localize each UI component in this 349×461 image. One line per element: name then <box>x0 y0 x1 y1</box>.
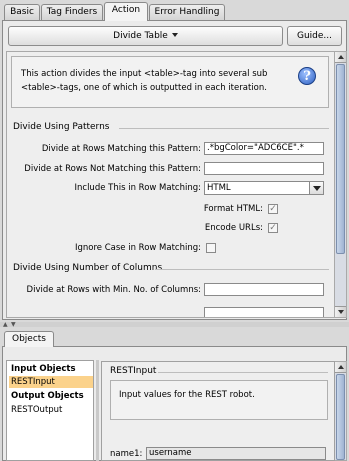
format-html-checkbox[interactable]: ✓ <box>268 204 278 214</box>
scroll-up-arrow[interactable] <box>335 362 346 373</box>
objects-panel: Input Objects RESTInput Output Objects R… <box>2 346 347 461</box>
section-title-columns: Divide Using Number of Columns <box>13 263 163 273</box>
match-pattern-input[interactable]: .*bgColor="ADC6CE".* <box>204 142 324 155</box>
collapse-up-icon[interactable]: ▲ <box>3 322 8 328</box>
action-dropdown-button[interactable]: Divide Table <box>8 26 283 46</box>
object-detail-area[interactable]: RESTInput Input values for the REST robo… <box>101 361 335 461</box>
detail-description: Input values for the REST robot. <box>119 390 255 400</box>
list-item-input-objects: Input Objects <box>11 364 76 374</box>
include-select-value: HTML <box>207 183 231 193</box>
help-icon[interactable]: ? <box>298 67 316 85</box>
detail-title: RESTInput <box>110 366 157 376</box>
ignore-case-label: Ignore Case in Row Matching: <box>74 243 201 253</box>
objects-list[interactable]: Input Objects RESTInput Output Objects R… <box>6 360 94 461</box>
panel-splitter[interactable]: ▲ ▼ <box>0 322 349 328</box>
include-label: Include This in Row Matching: <box>74 183 202 193</box>
section-divider <box>158 372 328 373</box>
scroll-up-arrow[interactable] <box>335 52 346 63</box>
format-html-label: Format HTML: <box>203 204 263 214</box>
chevron-down-icon[interactable] <box>309 182 323 194</box>
section-title-patterns: Divide Using Patterns <box>13 122 110 132</box>
chevron-down-icon <box>171 33 178 37</box>
collapse-down-icon[interactable]: ▼ <box>11 322 16 328</box>
scroll-thumb[interactable] <box>336 374 345 460</box>
encode-urls-checkbox[interactable]: ✓ <box>268 223 278 233</box>
list-item-restoutput[interactable]: RESTOutput <box>9 404 93 416</box>
tab-strip: Basic Tag Finders Action Error Handling <box>0 0 349 21</box>
include-select[interactable]: HTML <box>204 181 324 195</box>
partial-input[interactable] <box>204 307 324 317</box>
scroll-thumb[interactable] <box>336 64 345 254</box>
section-divider <box>119 128 329 129</box>
section-divider <box>155 269 329 270</box>
list-item-restinput[interactable]: RESTInput <box>9 376 93 388</box>
match-pattern-label: Divide at Rows Matching this Pattern: <box>41 144 201 154</box>
min-columns-label: Divide at Rows with Min. No. of Columns: <box>26 285 201 295</box>
properties-scroll-area[interactable]: This action divides the input <table>-ta… <box>6 51 335 318</box>
ignore-case-checkbox[interactable] <box>206 243 216 253</box>
properties-scrollbar[interactable] <box>335 51 347 318</box>
action-dropdown-label: Divide Table <box>113 31 168 41</box>
name1-label: name1: <box>110 449 143 459</box>
detail-description-box: Input values for the REST robot. <box>110 380 328 420</box>
tab-basic[interactable]: Basic <box>4 4 40 20</box>
tab-error-handling[interactable]: Error Handling <box>149 4 225 20</box>
action-panel: Divide Table Guide... This action divide… <box>2 20 347 320</box>
description-box: This action divides the input <table>-ta… <box>11 56 329 108</box>
list-splitter[interactable] <box>96 360 99 461</box>
tab-tag-finders[interactable]: Tag Finders <box>41 4 103 20</box>
guide-button[interactable]: Guide... <box>287 26 342 46</box>
min-columns-input[interactable] <box>204 283 324 296</box>
tab-action[interactable]: Action <box>104 2 148 21</box>
action-description: This action divides the input <table>-ta… <box>21 69 268 93</box>
not-match-pattern-input[interactable] <box>204 162 324 175</box>
detail-scrollbar[interactable] <box>335 361 347 461</box>
list-item-output-objects: Output Objects <box>11 391 84 401</box>
scroll-down-arrow[interactable] <box>335 306 346 317</box>
name1-input[interactable]: username <box>146 447 326 460</box>
not-match-pattern-label: Divide at Rows Not Matching this Pattern… <box>24 164 201 174</box>
encode-urls-label: Encode URLs: <box>204 223 263 233</box>
tab-objects[interactable]: Objects <box>4 331 54 347</box>
